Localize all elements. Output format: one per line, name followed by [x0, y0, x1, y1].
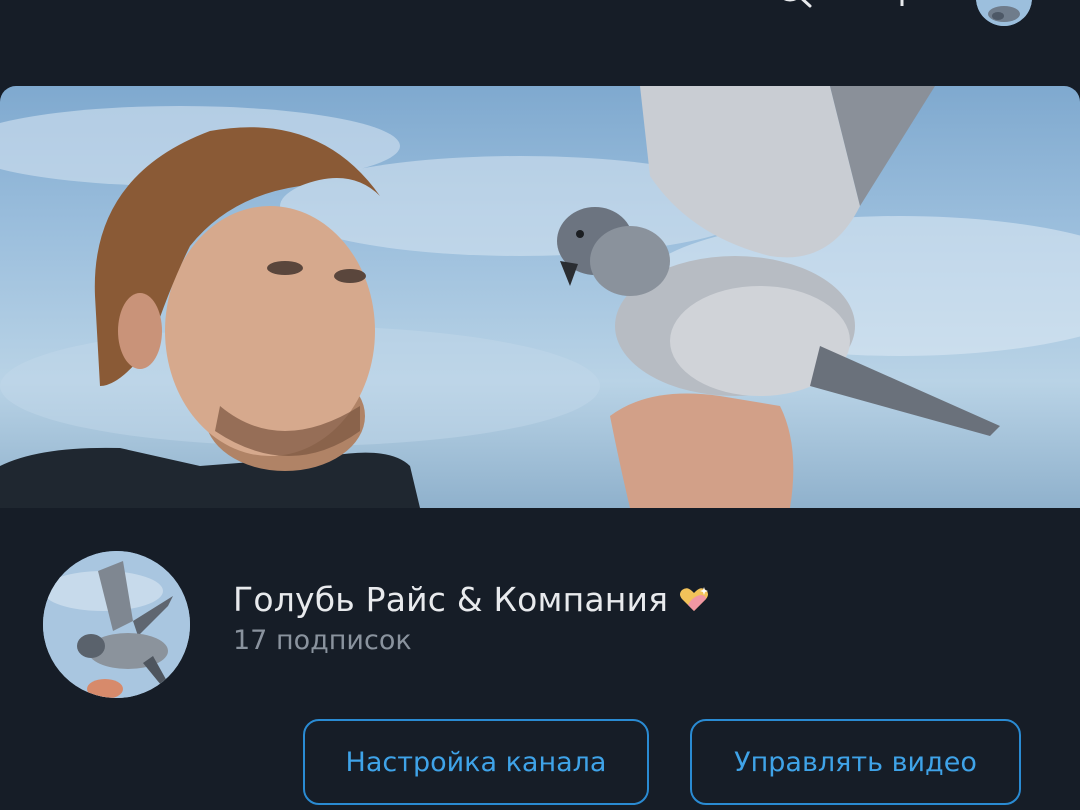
channel-banner: [0, 86, 1080, 508]
channel-name: Голубь Райс & Компания: [233, 580, 669, 619]
channel-avatar[interactable]: [43, 551, 190, 698]
manage-videos-button[interactable]: Управлять видео: [690, 719, 1021, 805]
pigeon-avatar-image: [43, 551, 190, 698]
top-bar: [0, 0, 1080, 40]
search-icon[interactable]: [774, 0, 818, 14]
subscriber-count: 17 подписок: [233, 625, 412, 656]
sparkling-heart-icon: [678, 585, 710, 615]
channel-page: Голубь Райс & Компания 17 подписок Настр…: [0, 0, 1080, 810]
channel-name-row: Голубь Райс & Компания: [233, 580, 710, 619]
account-avatar[interactable]: [976, 0, 1032, 26]
banner-image: [0, 86, 1080, 508]
mic-icon[interactable]: [884, 0, 924, 14]
channel-settings-button[interactable]: Настройка канала: [303, 719, 649, 805]
channel-info: Голубь Райс & Компания 17 подписок: [233, 580, 710, 656]
